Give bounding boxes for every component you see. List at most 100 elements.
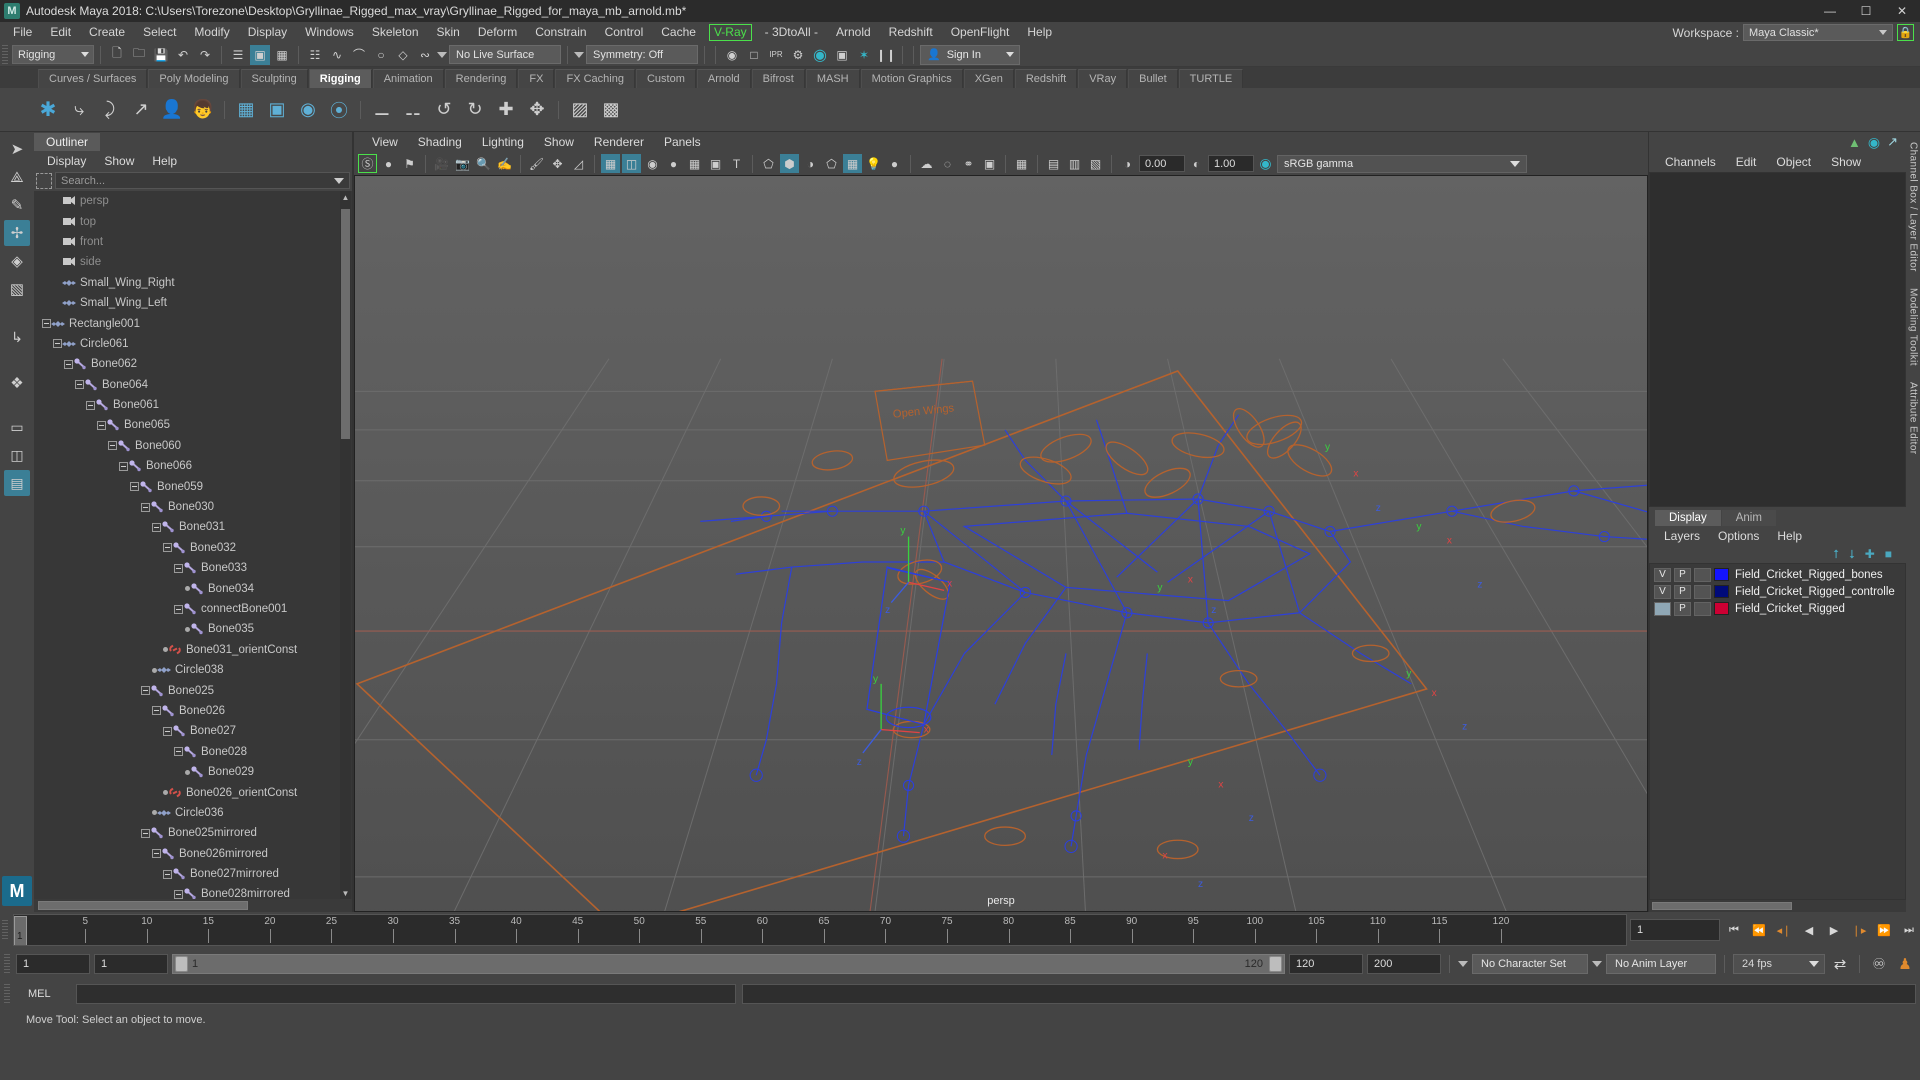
shadows-icon[interactable]: ● [885, 154, 904, 173]
wire-mode-icon[interactable]: ▧ [1086, 154, 1105, 173]
channelbox-menu-object[interactable]: Object [1766, 155, 1821, 169]
channelbox-menu-channels[interactable]: Channels [1655, 155, 1726, 169]
snap-to-grid-icon[interactable]: ☷ [305, 45, 325, 65]
four-pane-layout[interactable]: ▤ [4, 470, 30, 496]
graph-editor-icon[interactable]: ↗ [1887, 134, 1898, 150]
orient-constraint-icon[interactable]: ↺ [430, 96, 458, 124]
chevron-down-icon[interactable] [574, 52, 584, 58]
close-button[interactable]: ✕ [1884, 0, 1920, 22]
paint-effects-icon[interactable]: 🖌 [527, 154, 546, 173]
outliner-item[interactable]: Bone064 [34, 375, 352, 395]
menu-display[interactable]: Display [239, 22, 296, 43]
shelf-tab-curves-surfaces[interactable]: Curves / Surfaces [38, 69, 147, 88]
shelf-tab-rigging[interactable]: Rigging [309, 69, 372, 88]
outliner-item[interactable]: Bone026 [34, 701, 352, 721]
expand-toggle-icon[interactable] [152, 849, 161, 858]
expand-toggle-icon[interactable] [152, 523, 161, 532]
current-frame-field[interactable]: 1 [1630, 919, 1720, 941]
shelf-tab-custom[interactable]: Custom [636, 69, 696, 88]
outliner-item[interactable]: Small_Wing_Left [34, 293, 352, 313]
shelf-tab-redshift[interactable]: Redshift [1015, 69, 1077, 88]
outliner-item[interactable]: Bone031_orientConst [34, 640, 352, 660]
statusline-grip[interactable] [2, 45, 8, 65]
open-scene-icon[interactable]: 🗀 [129, 45, 149, 65]
playback-speed-select[interactable]: 24 fps [1733, 954, 1825, 974]
create-joint-icon[interactable]: ✱ [34, 96, 62, 124]
multisample-icon[interactable]: ⚭ [959, 154, 978, 173]
play-forwards-icon[interactable]: ▶ [1823, 919, 1845, 941]
quick-rig-icon[interactable]: ▩ [597, 96, 625, 124]
step-back-key-icon[interactable]: ⏪ [1748, 919, 1770, 941]
outliner-item[interactable]: Bone025 [34, 680, 352, 700]
expand-toggle-icon[interactable] [163, 870, 172, 879]
snap-to-curve-icon[interactable]: ∿ [327, 45, 347, 65]
outliner-item[interactable]: Bone029 [34, 762, 352, 782]
snap-to-projected-center-icon[interactable]: ○ [371, 45, 391, 65]
layers-menu-help[interactable]: Help [1768, 529, 1811, 543]
pause-icon[interactable]: ❙❙ [876, 45, 896, 65]
shelf-tab-sculpting[interactable]: Sculpting [241, 69, 308, 88]
shelf-tab-rendering[interactable]: Rendering [445, 69, 518, 88]
redo-icon[interactable]: ↷ [195, 45, 215, 65]
outliner-item[interactable]: front [34, 232, 352, 252]
expand-toggle-icon[interactable] [108, 441, 117, 450]
menu-create[interactable]: Create [80, 22, 134, 43]
menu-edit[interactable]: Edit [41, 22, 80, 43]
magnet-icon[interactable]: ∾ [415, 45, 435, 65]
scrollbar-thumb[interactable] [341, 209, 350, 439]
paint-select-tool[interactable]: ✎ [4, 192, 30, 218]
lasso-select-tool[interactable]: ⟁ [4, 164, 30, 190]
shelf-tab-mash[interactable]: MASH [806, 69, 860, 88]
outliner-item[interactable]: Bone026mirrored [34, 844, 352, 864]
layer-visibility-toggle[interactable] [1654, 602, 1671, 616]
tab-display-layers[interactable]: Display [1655, 510, 1721, 526]
range-start-field[interactable]: 1 [94, 954, 168, 974]
outliner-item[interactable]: persp [34, 191, 352, 211]
select-filter-icon[interactable] [36, 173, 52, 189]
textured-icon[interactable]: ▦ [843, 154, 862, 173]
move-layer-down-icon[interactable]: ⭣ [1849, 547, 1855, 562]
scroll-up-arrow-icon[interactable]: ▲ [340, 191, 351, 203]
outliner-scrollbar[interactable]: ▲ ▼ [340, 191, 351, 899]
paint-weights-icon[interactable]: 👦 [189, 96, 217, 124]
layer-row[interactable]: VPField_Cricket_Rigged_controlle [1650, 583, 1905, 600]
outliner-item[interactable]: Bone060 [34, 436, 352, 456]
scrollbar-thumb[interactable] [1652, 902, 1792, 910]
side-tab-attribute-editor[interactable]: Attribute Editor [1908, 382, 1919, 455]
outliner-item[interactable]: side [34, 252, 352, 272]
expand-toggle-icon[interactable] [64, 360, 73, 369]
time-slider[interactable]: 1 51015202530354045505560657075808590951… [13, 914, 1627, 946]
scale-tool[interactable]: ▧ [4, 276, 30, 302]
screen-space-ao-icon[interactable]: ☁ [917, 154, 936, 173]
shaded-mode-icon[interactable]: ▥ [1065, 154, 1084, 173]
outliner-item[interactable]: top [34, 211, 352, 231]
expand-toggle-icon[interactable] [130, 482, 139, 491]
two-d-pan-zoom-icon[interactable]: 🔍 [474, 154, 493, 173]
scrollbar-thumb[interactable] [38, 901, 248, 910]
expand-toggle-icon[interactable] [163, 543, 172, 552]
expand-toggle-icon[interactable] [141, 686, 150, 695]
shelf-tab-bifrost[interactable]: Bifrost [752, 69, 805, 88]
gamma-icon[interactable]: ◐ [1187, 154, 1206, 173]
shelf-tab-arnold[interactable]: Arnold [697, 69, 751, 88]
layer-display-type-toggle[interactable] [1694, 568, 1711, 582]
expand-toggle-icon[interactable] [174, 564, 183, 573]
bookmark-icon[interactable]: ⚑ [400, 154, 419, 173]
command-language-label[interactable]: MEL [18, 988, 70, 1000]
menu-skin[interactable]: Skin [428, 22, 469, 43]
wireframe-icon[interactable]: ⬠ [759, 154, 778, 173]
outliner-item[interactable]: connectBone001 [34, 599, 352, 619]
menu-help[interactable]: Help [1018, 22, 1061, 43]
aim-constraint-icon[interactable]: ✚ [492, 96, 520, 124]
outliner-item[interactable]: Small_Wing_Right [34, 273, 352, 293]
exposure-icon[interactable]: ◑ [1118, 154, 1137, 173]
new-layer-from-selection-icon[interactable]: ■ [1885, 547, 1892, 561]
film-gate-icon[interactable]: ◫ [622, 154, 641, 173]
minimize-button[interactable]: — [1812, 0, 1848, 22]
xray-display-icon[interactable]: ▤ [1044, 154, 1063, 173]
layer-row[interactable]: VPField_Cricket_Rigged_bones [1650, 566, 1905, 583]
ipr-render-icon[interactable]: IPR [766, 45, 786, 65]
pole-vector-icon[interactable]: ✥ [523, 96, 551, 124]
range-slider[interactable]: 1 120 [172, 954, 1285, 974]
menu-3dtoall[interactable]: - 3DtoAll - [756, 22, 827, 43]
